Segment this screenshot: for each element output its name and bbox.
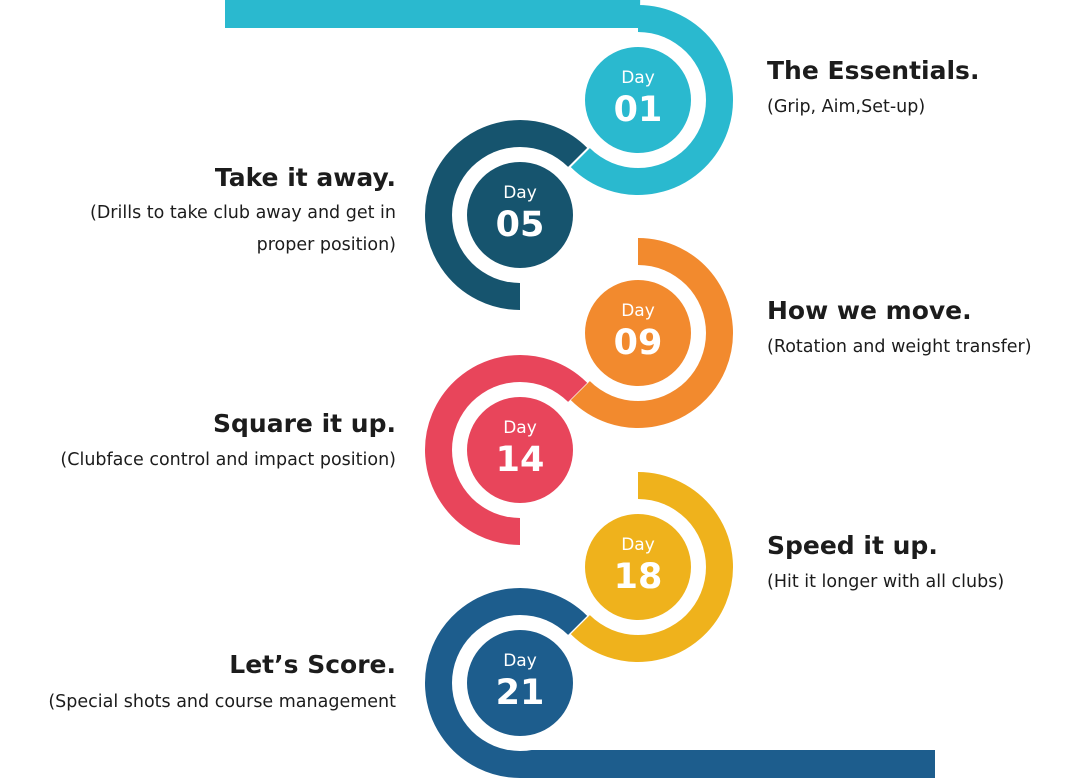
stage-6-description: (Special shots and course management: [48, 692, 396, 712]
badge-day-label-6: Day: [503, 651, 537, 671]
badge-day-label-2: Day: [503, 183, 537, 203]
stage-1-description: (Grip, Aim,Set-up): [767, 97, 926, 117]
badge-day-number-2: 05: [496, 205, 545, 245]
stage-4-title: Square it up.: [213, 409, 396, 438]
stage-1-title: The Essentials.: [767, 56, 980, 85]
badge-day-number-3: 09: [614, 323, 663, 363]
stage-3-description: (Rotation and weight transfer): [767, 337, 1032, 357]
stage-5-title: Speed it up.: [767, 531, 938, 560]
badge-day-number-6: 21: [496, 673, 545, 713]
badge-day-label-1: Day: [621, 68, 655, 88]
ribbon-top-bar: [225, 0, 638, 28]
stage-3-title: How we move.: [767, 296, 972, 325]
badge-day-number-5: 18: [614, 557, 663, 597]
stage-4-description: (Clubface control and impact position): [60, 450, 396, 470]
badge-day-number-4: 14: [496, 440, 545, 480]
badge-day-label-4: Day: [503, 418, 537, 438]
stage-6-title: Let’s Score.: [229, 650, 396, 679]
badge-day-label-5: Day: [621, 535, 655, 555]
stage-5-description: (Hit it longer with all clubs): [767, 572, 1005, 592]
stage-2-description: (Drills to take club away and get in pro…: [90, 203, 396, 255]
badge-day-number-1: 01: [614, 90, 663, 130]
badge-day-label-3: Day: [621, 301, 655, 321]
ribbon-bottom-bar: [520, 750, 935, 778]
stage-2-title: Take it away.: [214, 163, 396, 192]
